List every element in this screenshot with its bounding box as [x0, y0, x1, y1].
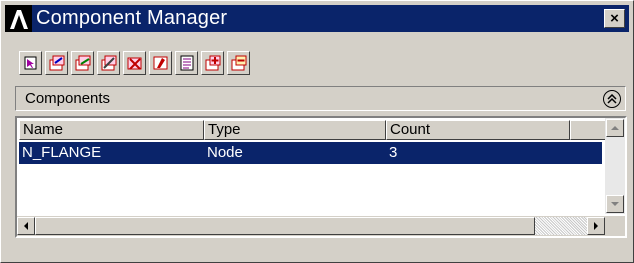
- ansys-logo-icon: [5, 5, 32, 32]
- edit-component-button[interactable]: [71, 51, 94, 75]
- components-group-header[interactable]: Components: [15, 86, 626, 111]
- horizontal-scrollbar[interactable]: [17, 216, 605, 236]
- window-title: Component Manager: [36, 7, 228, 29]
- select-entities-button[interactable]: [19, 51, 42, 75]
- plot-component-button[interactable]: [149, 51, 172, 75]
- add-to-component-button[interactable]: [201, 51, 224, 75]
- column-header-name[interactable]: Name: [19, 120, 204, 140]
- arrow-left-icon: [24, 222, 28, 230]
- column-header-empty: [570, 120, 606, 140]
- remove-icon: [231, 55, 246, 71]
- create-component-button[interactable]: [45, 51, 68, 75]
- plot-icon: [153, 56, 167, 70]
- row-name-cell: N_FLANGE: [22, 144, 102, 161]
- vertical-scrollbar[interactable]: [605, 118, 625, 214]
- list-icon: [180, 55, 193, 71]
- horizontal-scroll-track[interactable]: [535, 217, 587, 235]
- component-manager-window: Component Manager × Components Name Type…: [0, 0, 634, 263]
- row-count-cell: 3: [389, 144, 398, 161]
- components-label: Components: [25, 90, 111, 107]
- add-icon: [205, 55, 220, 71]
- rename-icon: [101, 55, 116, 71]
- select-icon: [24, 56, 36, 70]
- arrow-up-icon: [611, 126, 619, 130]
- column-header-type[interactable]: Type: [204, 120, 386, 140]
- remove-from-component-button[interactable]: [227, 51, 250, 75]
- toolbar: [19, 51, 250, 77]
- rename-component-button[interactable]: [97, 51, 120, 75]
- horizontal-scroll-thumb[interactable]: [35, 217, 535, 235]
- title-bar[interactable]: Component Manager ×: [5, 5, 629, 32]
- edit-component-icon: [75, 55, 90, 71]
- scroll-down-button[interactable]: [606, 195, 624, 213]
- scroll-right-button[interactable]: [587, 217, 605, 235]
- list-component-button[interactable]: [175, 51, 198, 75]
- scrollbar-corner: [605, 216, 625, 236]
- close-button[interactable]: ×: [604, 9, 625, 28]
- delete-component-button[interactable]: [123, 51, 146, 75]
- close-icon: ×: [610, 10, 619, 27]
- column-header-row: Name Type Count: [19, 120, 606, 140]
- arrow-right-icon: [594, 222, 598, 230]
- table-row[interactable]: N_FLANGE Node 3: [19, 142, 602, 164]
- collapse-up-icon: [607, 94, 617, 104]
- scroll-left-button[interactable]: [17, 217, 35, 235]
- delete-icon: [127, 57, 141, 70]
- column-header-count[interactable]: Count: [386, 120, 570, 140]
- row-type-cell: Node: [207, 144, 243, 161]
- collapse-button[interactable]: [603, 90, 621, 108]
- arrow-down-icon: [611, 202, 619, 206]
- create-component-icon: [49, 55, 64, 71]
- scroll-up-button[interactable]: [606, 119, 624, 137]
- component-list: Name Type Count N_FLANGE Node 3: [15, 116, 627, 238]
